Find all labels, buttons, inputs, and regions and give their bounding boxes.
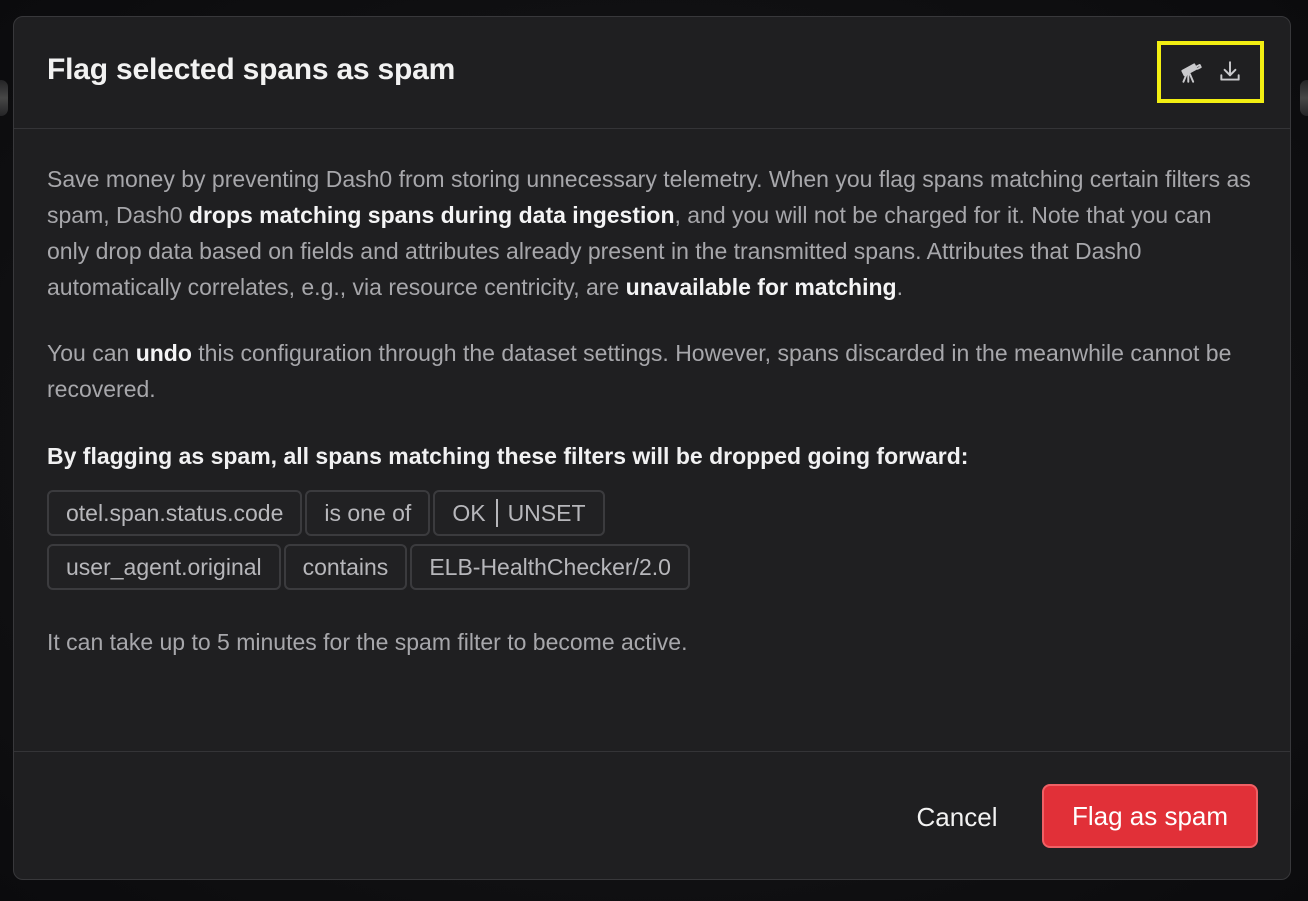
undo-paragraph: You can undo this configuration through … [47,335,1257,407]
dialog-body: Save money by preventing Dash0 from stor… [47,161,1257,660]
header-actions [1157,41,1264,103]
emphasis-unavailable: unavailable for matching [625,274,897,300]
filter-value: UNSET [507,500,586,526]
download-icon[interactable] [1215,57,1245,87]
emphasis-undo: undo [135,340,192,366]
filter-row: user_agent.original contains ELB-HealthC… [47,544,1257,590]
dialog-header: Flag selected spans as spam [14,17,1290,129]
filter-row: otel.span.status.code is one of OK UNSET [47,490,1257,536]
background-edge-left [0,80,8,116]
filter-field-chip: otel.span.status.code [47,490,303,536]
text-segment: You can [47,340,136,366]
emphasis-drops-matching: drops matching spans during data ingesti… [188,202,675,228]
filter-value: OK [452,500,486,526]
background-edge-right [1300,80,1308,116]
text-segment: this configuration through the dataset s… [47,340,1232,402]
activation-note: It can take up to 5 minutes for the spam… [47,629,688,655]
description-paragraph: Save money by preventing Dash0 from stor… [47,161,1257,305]
flag-spam-dialog: Flag selected spans as spam Save money b… [13,16,1291,880]
text-segment: . [896,274,903,300]
cancel-button[interactable]: Cancel [896,786,1018,848]
dialog-footer: Cancel Flag as spam [14,751,1290,879]
filter-operator-chip: is one of [305,490,431,536]
filter-operator-chip: contains [283,544,408,590]
flag-as-spam-button[interactable]: Flag as spam [1042,784,1258,848]
telescope-icon[interactable] [1176,57,1206,87]
filter-values-chip: OK UNSET [433,490,605,536]
filters-lead: By flagging as spam, all spans matching … [47,443,969,469]
filter-field-chip: user_agent.original [47,544,281,590]
filter-value-chip: ELB-HealthChecker/2.0 [410,544,690,590]
dialog-title: Flag selected spans as spam [47,53,456,86]
value-separator [495,499,498,527]
